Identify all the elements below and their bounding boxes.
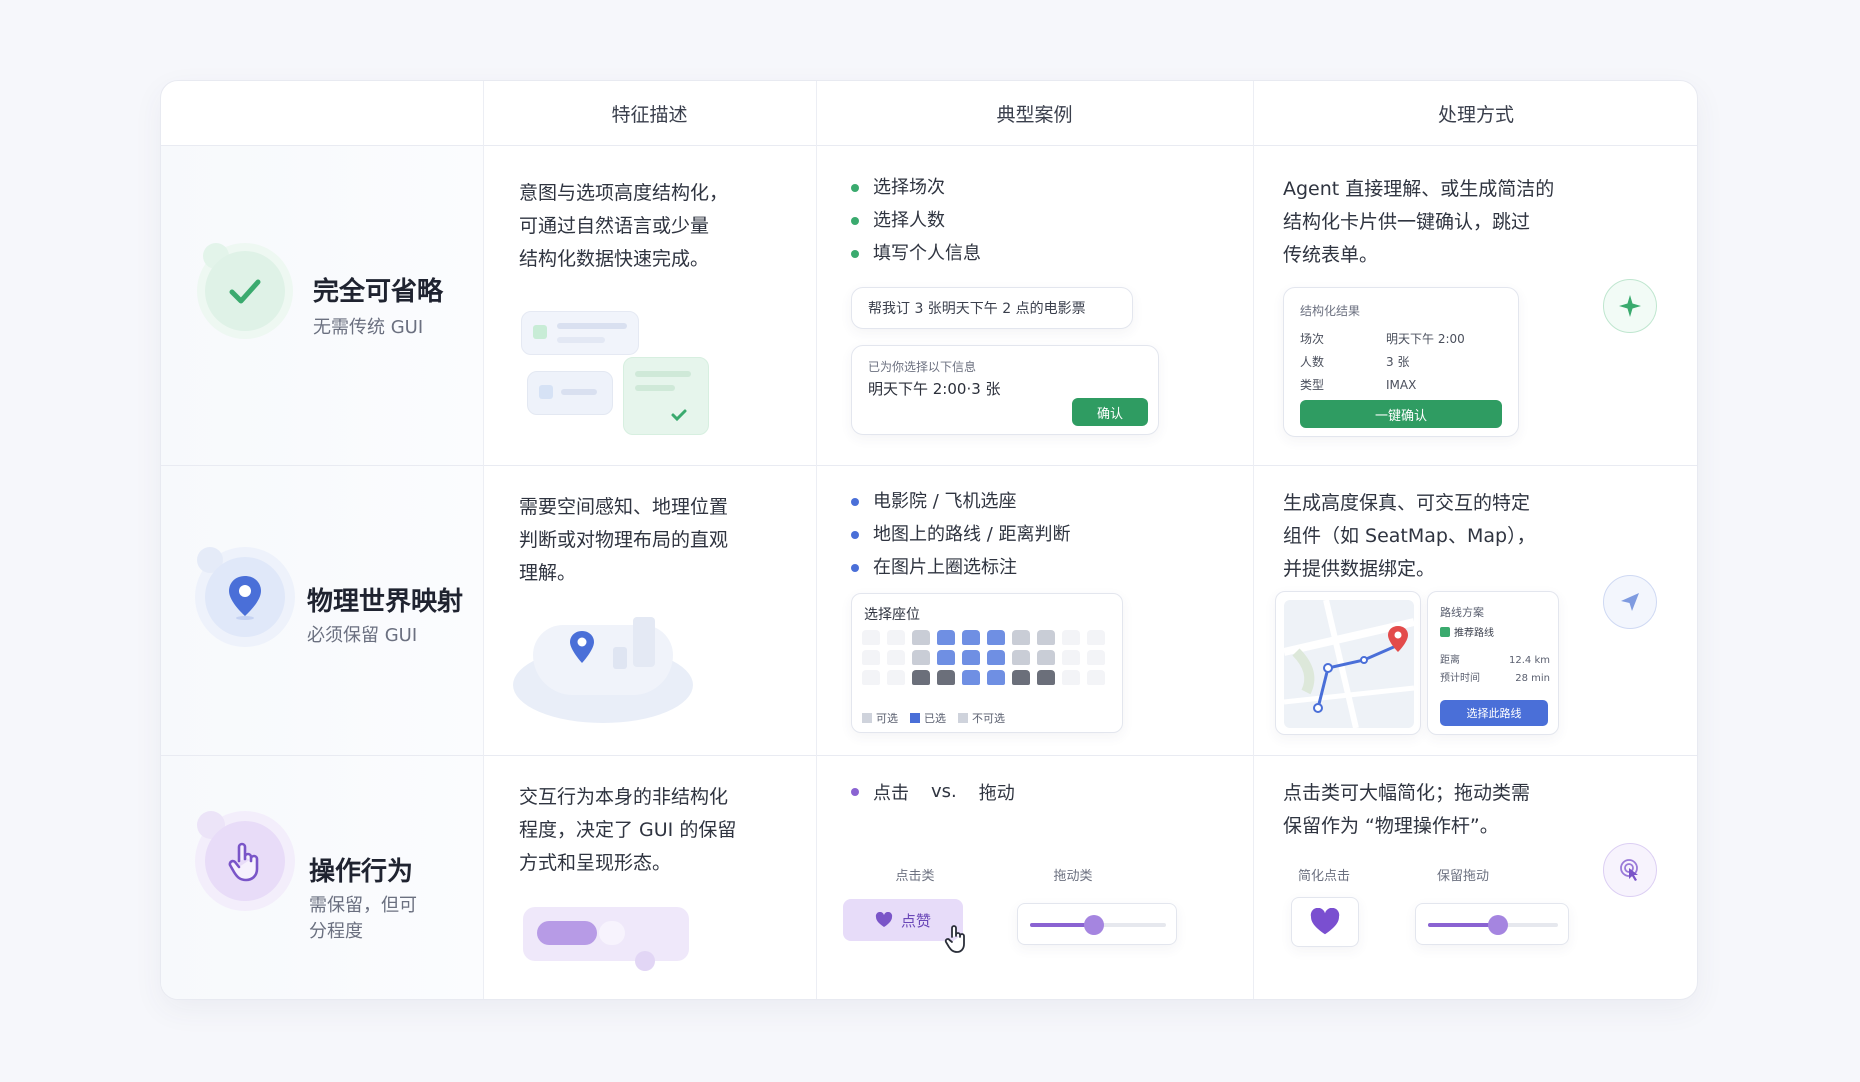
seat[interactable]: [1037, 650, 1055, 665]
list-item: 在图片上圈选标注: [851, 551, 1071, 584]
list-item: 电影院 / 飞机选座: [851, 485, 1071, 518]
seat[interactable]: [987, 650, 1005, 665]
sparkle-icon[interactable]: [1603, 279, 1657, 333]
example-list: 电影院 / 飞机选座 地图上的路线 / 距离判断 在图片上圈选标注: [851, 485, 1071, 584]
seat[interactable]: [962, 630, 980, 645]
drag-type-label: 拖动类: [1053, 869, 1093, 884]
list-item: 选择场次: [851, 171, 981, 204]
seat[interactable]: [937, 650, 955, 665]
route-map[interactable]: [1275, 591, 1421, 735]
hand-pointer-icon: [205, 821, 285, 901]
simplify-click-label: 简化点击: [1297, 869, 1350, 884]
seat[interactable]: [862, 650, 880, 665]
seat[interactable]: [1087, 670, 1105, 685]
send-icon[interactable]: [1603, 575, 1657, 629]
seat[interactable]: [937, 670, 955, 685]
touch-icon[interactable]: [1603, 843, 1657, 897]
route-plan-card: 路线方案 推荐路线 距离 12.4 km 预计时间 28 min 选择此路线: [1427, 591, 1559, 735]
feature-description: 交互行为本身的非结构化 程度，决定了 GUI 的保留 方式和呈现形态。: [519, 786, 737, 874]
seat[interactable]: [912, 630, 930, 645]
seat[interactable]: [1087, 630, 1105, 645]
feature-description: 意图与选项高度结构化， 可通过自然语言或少量 结构化数据快速完成。: [519, 182, 729, 270]
seat-legend: 可选 已选 不可选: [862, 710, 1005, 726]
col-divider-1: [483, 81, 484, 999]
seat[interactable]: [862, 630, 880, 645]
seat[interactable]: [1037, 670, 1055, 685]
seat[interactable]: [937, 630, 955, 645]
handling-description: 生成高度保真、可交互的特定 组件（如 SeatMap、Map）， 并提供数据绑定…: [1283, 492, 1536, 580]
seat[interactable]: [912, 650, 930, 665]
handling-description: 点击类可大幅简化；拖动类需 保留作为 “物理操作杆”。: [1283, 782, 1531, 837]
seat[interactable]: [987, 630, 1005, 645]
location-pin-icon: [205, 557, 285, 637]
col-divider-3: [1253, 81, 1254, 999]
header-feature: 特征描述: [611, 103, 688, 126]
comparison-table: 特征描述 典型案例 处理方式 完全可省略 无需传统 GUI 意图与选项高度结构化…: [160, 80, 1698, 1000]
heart-icon: [875, 912, 893, 927]
seat[interactable]: [987, 670, 1005, 685]
check-icon: [205, 251, 285, 331]
handling-description: Agent 直接理解、或生成简洁的 结构化卡片供一键确认，跳过 传统表单。: [1283, 178, 1555, 266]
seat[interactable]: [1062, 670, 1080, 685]
category-subtitle: 需保留，但可 分程度: [309, 895, 417, 942]
seat[interactable]: [1062, 650, 1080, 665]
toggle-illustration: [523, 903, 693, 971]
click-type-label: 点击类: [895, 869, 935, 884]
reply-value: 明天下午 2:00·3 张: [868, 380, 1001, 398]
list-item: 填写个人信息: [851, 237, 981, 270]
category-subtitle: 必须保留 GUI: [307, 625, 418, 646]
col-divider-2: [816, 81, 817, 999]
heart-icon: [1310, 908, 1340, 935]
feature-description: 需要空间感知、地理位置 判断或对物理布局的直观 理解。: [519, 496, 729, 584]
drag-slider[interactable]: [1017, 903, 1177, 945]
header-example: 典型案例: [996, 103, 1073, 126]
structured-result-card: 结构化结果 场次 明天下午 2:00 人数 3 张 类型 IMAX 一键确认: [1283, 287, 1519, 437]
category-title: 操作行为: [309, 857, 414, 887]
seat-grid[interactable]: [862, 630, 1114, 690]
seat[interactable]: [912, 670, 930, 685]
header-handling: 处理方式: [1437, 103, 1514, 126]
one-click-confirm-button[interactable]: 一键确认: [1300, 400, 1502, 428]
select-route-button[interactable]: 选择此路线: [1440, 700, 1548, 726]
category-title: 完全可省略: [313, 277, 444, 307]
seat[interactable]: [1087, 650, 1105, 665]
seat[interactable]: [1062, 630, 1080, 645]
structured-form-illustration: [519, 307, 719, 437]
example-list: 选择场次 选择人数 填写个人信息: [851, 171, 981, 270]
keep-drag-slider[interactable]: [1415, 903, 1569, 945]
slider-thumb[interactable]: [1084, 915, 1104, 935]
seat[interactable]: [1012, 670, 1030, 685]
seat[interactable]: [887, 630, 905, 645]
seat-map: 选择座位 可选 已选 不可选: [851, 593, 1123, 733]
category-title: 物理世界映射: [307, 587, 464, 617]
chat-query-bubble: 帮我订 3 张明天下午 2 点的电影票: [851, 287, 1133, 329]
category-subtitle: 无需传统 GUI: [313, 317, 424, 338]
seat[interactable]: [1012, 650, 1030, 665]
cursor-hand-icon: [944, 925, 965, 953]
seat[interactable]: [962, 650, 980, 665]
seat[interactable]: [887, 670, 905, 685]
heart-icon-button[interactable]: [1291, 897, 1359, 947]
list-item: 选择人数: [851, 204, 981, 237]
confirm-button[interactable]: 确认: [1072, 398, 1148, 426]
seat[interactable]: [1037, 630, 1055, 645]
map-illustration: [513, 607, 703, 727]
list-item: 地图上的路线 / 距离判断: [851, 518, 1071, 551]
slider-thumb[interactable]: [1488, 915, 1508, 935]
seat[interactable]: [1012, 630, 1030, 645]
keep-drag-label: 保留拖动: [1436, 869, 1489, 884]
reply-card: 已为你选择以下信息 明天下午 2:00·3 张 确认: [851, 345, 1159, 435]
seat-map-title: 选择座位: [864, 607, 920, 623]
seat[interactable]: [887, 650, 905, 665]
seat[interactable]: [862, 670, 880, 685]
example-line: 点击 vs. 拖动: [851, 775, 1015, 808]
seat[interactable]: [962, 670, 980, 685]
